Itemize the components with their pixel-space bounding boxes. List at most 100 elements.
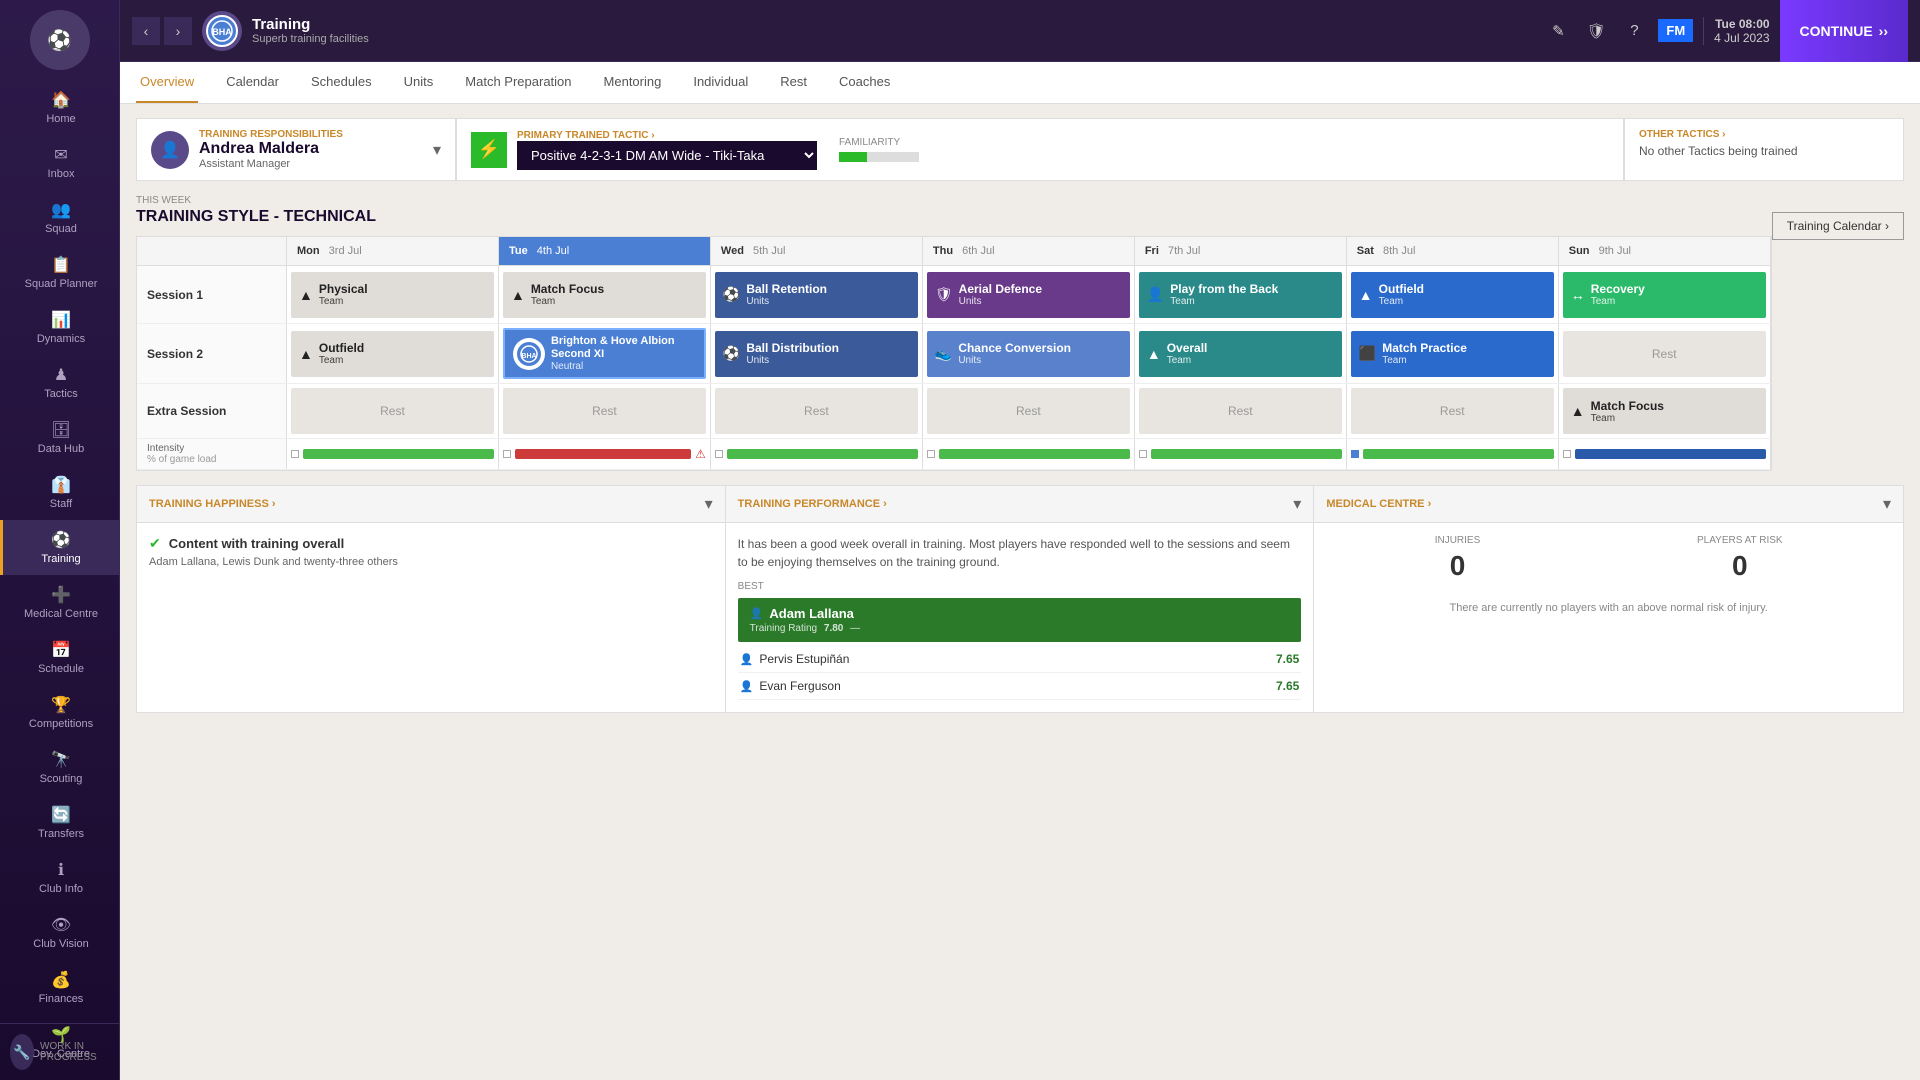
- sidebar-item-scouting[interactable]: 🔭 Scouting: [0, 740, 119, 795]
- es-tue[interactable]: Rest: [499, 384, 711, 438]
- sidebar-label-club-info: Club Info: [39, 883, 83, 895]
- wip-label: WORK IN PROGRESS: [40, 1041, 109, 1063]
- es-mon-block[interactable]: Rest: [291, 388, 494, 434]
- page-title: Training: [252, 16, 369, 33]
- sidebar-item-club-vision[interactable]: 👁 Club Vision: [0, 905, 119, 960]
- sidebar-item-training[interactable]: ⚽ Training: [0, 520, 119, 575]
- s2-mon[interactable]: ▲ Outfield Team: [287, 324, 499, 383]
- sidebar-item-competitions[interactable]: 🏆 Competitions: [0, 685, 119, 740]
- player-row-2[interactable]: 👤 Evan Ferguson 7.65: [738, 673, 1302, 700]
- s1-thu-block[interactable]: 🛡 Aerial Defence Units: [927, 272, 1130, 318]
- sidebar-item-schedule[interactable]: 📅 Schedule: [0, 630, 119, 685]
- s2-tue[interactable]: BHA Brighton & Hove Albion Second XI Neu…: [499, 324, 711, 383]
- tab-mentoring[interactable]: Mentoring: [600, 62, 666, 103]
- es-fri[interactable]: Rest: [1135, 384, 1347, 438]
- help-button[interactable]: ?: [1620, 17, 1648, 45]
- sidebar-item-club-info[interactable]: ℹ Club Info: [0, 850, 119, 905]
- nav-forward-button[interactable]: ›: [164, 17, 192, 45]
- other-tactics-label: OTHER TACTICS ›: [1639, 129, 1889, 140]
- medical-toggle[interactable]: ▾: [1883, 494, 1891, 514]
- es-wed[interactable]: Rest: [711, 384, 923, 438]
- tab-schedules[interactable]: Schedules: [307, 62, 376, 103]
- tab-match-prep[interactable]: Match Preparation: [461, 62, 575, 103]
- shield-button[interactable]: 🛡: [1582, 17, 1610, 45]
- s1-fri-block[interactable]: 👤 Play from the Back Team: [1139, 272, 1342, 318]
- tab-individual[interactable]: Individual: [689, 62, 752, 103]
- s2-thu-block[interactable]: 👟 Chance Conversion Units: [927, 331, 1130, 377]
- es-sat-block[interactable]: Rest: [1351, 388, 1554, 434]
- tab-coaches[interactable]: Coaches: [835, 62, 894, 103]
- sidebar-item-medical[interactable]: ➕ Medical Centre: [0, 575, 119, 630]
- sidebar-item-data-hub[interactable]: 🗄 Data Hub: [0, 410, 119, 465]
- sidebar-item-staff[interactable]: 👔 Staff: [0, 465, 119, 520]
- s2-tue-block[interactable]: BHA Brighton & Hove Albion Second XI Neu…: [503, 328, 706, 379]
- bottom-panels: TRAINING HAPPINESS › ▾ ✔ Content with tr…: [136, 485, 1904, 713]
- nav-arrows: ‹ ›: [132, 17, 192, 45]
- s2-wed[interactable]: ⚽ Ball Distribution Units: [711, 324, 923, 383]
- s2-sat-block[interactable]: ⬛ Match Practice Team: [1351, 331, 1554, 377]
- sidebar-label-home: Home: [46, 113, 75, 125]
- resp-dropdown-icon[interactable]: ▾: [433, 140, 441, 160]
- es-wed-block[interactable]: Rest: [715, 388, 918, 434]
- sidebar-item-squad[interactable]: 👥 Squad: [0, 190, 119, 245]
- s1-sun[interactable]: ↔ Recovery Team: [1559, 266, 1771, 323]
- tab-units[interactable]: Units: [400, 62, 438, 103]
- es-sat[interactable]: Rest: [1347, 384, 1559, 438]
- s2-fri[interactable]: ▲ Overall Team: [1135, 324, 1347, 383]
- nav-back-button[interactable]: ‹: [132, 17, 160, 45]
- s2-thu[interactable]: 👟 Chance Conversion Units: [923, 324, 1135, 383]
- tab-rest[interactable]: Rest: [776, 62, 811, 103]
- continue-button[interactable]: CONTINUE ››: [1780, 0, 1908, 62]
- happiness-toggle[interactable]: ▾: [705, 494, 713, 514]
- s1-tue[interactable]: ▲ Match Focus Team: [499, 266, 711, 323]
- sidebar-label-dynamics: Dynamics: [37, 333, 85, 345]
- es-sun-block[interactable]: ▲ Match Focus Team: [1563, 388, 1766, 434]
- performance-toggle[interactable]: ▾: [1293, 494, 1301, 514]
- tab-calendar[interactable]: Calendar: [222, 62, 283, 103]
- sidebar-item-squad-planner[interactable]: 📋 Squad Planner: [0, 245, 119, 300]
- main-content: Overview Calendar Schedules Units Match …: [120, 62, 1920, 1080]
- s1-sun-block[interactable]: ↔ Recovery Team: [1563, 272, 1766, 318]
- tab-overview[interactable]: Overview: [136, 62, 198, 103]
- tactic-select[interactable]: Positive 4-2-3-1 DM AM Wide - Tiki-Taka: [517, 141, 817, 170]
- int-mon: [287, 439, 499, 469]
- s1-tue-block[interactable]: ▲ Match Focus Team: [503, 272, 706, 318]
- s2-fri-block[interactable]: ▲ Overall Team: [1139, 331, 1342, 377]
- es-thu[interactable]: Rest: [923, 384, 1135, 438]
- s1-fri[interactable]: 👤 Play from the Back Team: [1135, 266, 1347, 323]
- sidebar-item-dynamics[interactable]: 📊 Dynamics: [0, 300, 119, 355]
- s1-wed[interactable]: ⚽ Ball Retention Units: [711, 266, 923, 323]
- training-icon: ⚽: [51, 530, 71, 550]
- es-mon[interactable]: Rest: [287, 384, 499, 438]
- s1-wed-block[interactable]: ⚽ Ball Retention Units: [715, 272, 918, 318]
- s2-wed-block[interactable]: ⚽ Ball Distribution Units: [715, 331, 918, 377]
- s1-sat-block[interactable]: ▲ Outfield Team: [1351, 272, 1554, 318]
- s2-sat[interactable]: ⬛ Match Practice Team: [1347, 324, 1559, 383]
- sidebar-item-home[interactable]: 🏠 Home: [0, 80, 119, 135]
- sidebar-item-finances[interactable]: 💰 Finances: [0, 960, 119, 1015]
- s1-mon-block[interactable]: ▲ Physical Team: [291, 272, 494, 318]
- svg-text:BHA: BHA: [521, 353, 536, 360]
- player-row-1[interactable]: 👤 Pervis Estupiñán 7.65: [738, 646, 1302, 673]
- es-thu-block[interactable]: Rest: [927, 388, 1130, 434]
- s1-thu[interactable]: 🛡 Aerial Defence Units: [923, 266, 1135, 323]
- tactic-icon: ⚡: [471, 132, 507, 168]
- edit-button[interactable]: ✎: [1544, 17, 1572, 45]
- home-icon: 🏠: [51, 90, 71, 110]
- es-fri-block[interactable]: Rest: [1139, 388, 1342, 434]
- sidebar-label-inbox: Inbox: [48, 168, 75, 180]
- best-player-row[interactable]: 👤 Adam Lallana Training Rating 7.80 —: [738, 598, 1302, 642]
- es-sun[interactable]: ▲ Match Focus Team: [1559, 384, 1771, 438]
- sidebar-item-transfers[interactable]: 🔄 Transfers: [0, 795, 119, 850]
- resp-label: TRAINING RESPONSIBILITIES: [199, 129, 343, 140]
- s2-sun[interactable]: Rest: [1559, 324, 1771, 383]
- training-calendar-button[interactable]: Training Calendar ›: [1772, 212, 1904, 240]
- s1-sat[interactable]: ▲ Outfield Team: [1347, 266, 1559, 323]
- other-tactics-text: No other Tactics being trained: [1639, 144, 1889, 158]
- sidebar-item-tactics[interactable]: ♟ Tactics: [0, 355, 119, 410]
- sidebar-item-inbox[interactable]: ✉ Inbox: [0, 135, 119, 190]
- s2-sun-block[interactable]: Rest: [1563, 331, 1766, 377]
- s2-mon-block[interactable]: ▲ Outfield Team: [291, 331, 494, 377]
- es-tue-block[interactable]: Rest: [503, 388, 706, 434]
- s1-mon[interactable]: ▲ Physical Team: [287, 266, 499, 323]
